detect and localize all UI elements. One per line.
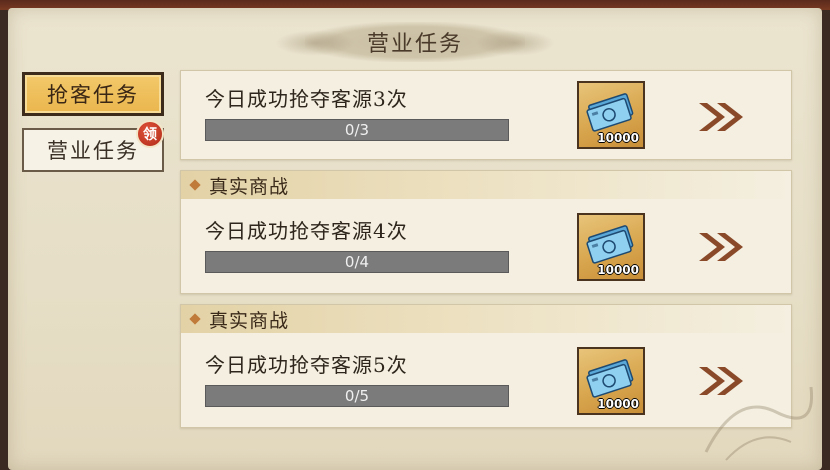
task-card: 真实商战 今日成功抢夺客源4次 0/4 10000 xyxy=(180,170,792,294)
section-header: 真实商战 xyxy=(181,171,791,199)
reward-item[interactable]: 10000 xyxy=(577,213,645,281)
section-title: 真实商战 xyxy=(209,175,290,198)
reward-quantity: 10000 xyxy=(597,397,639,411)
reward-quantity: 10000 xyxy=(597,263,639,277)
reward-item[interactable]: 10000 xyxy=(577,347,645,415)
ink-swirl-decoration xyxy=(704,386,814,461)
task-description: 今日成功抢夺客源5次 xyxy=(205,353,408,377)
progress-text: 0/4 xyxy=(344,253,370,271)
tab-label: 营业任务 xyxy=(47,139,139,163)
task-description: 今日成功抢夺客源4次 xyxy=(205,219,408,243)
go-arrow-button[interactable] xyxy=(693,227,749,267)
progress-text: 0/5 xyxy=(344,387,370,405)
go-arrow-button[interactable] xyxy=(693,97,749,137)
section-title: 真实商战 xyxy=(209,309,290,332)
claim-badge: 领 xyxy=(136,120,164,148)
diamond-icon xyxy=(189,313,201,325)
progress-bar: 0/5 xyxy=(205,385,509,407)
progress-bar: 0/3 xyxy=(205,119,509,141)
banknote-icon xyxy=(586,93,634,132)
banknote-icon xyxy=(586,359,634,398)
header-banner: 营业任务 xyxy=(275,22,555,62)
banknote-icon xyxy=(586,225,634,264)
reward-quantity: 10000 xyxy=(597,131,639,145)
reward-item[interactable]: 10000 xyxy=(577,81,645,149)
diamond-icon xyxy=(189,179,201,191)
tab-grab-customer-tasks[interactable]: 抢客任务 xyxy=(22,72,164,116)
page-title: 营业任务 xyxy=(366,32,463,57)
task-card: 今日成功抢夺客源3次 0/3 10000 xyxy=(180,70,792,160)
task-description: 今日成功抢夺客源3次 xyxy=(205,87,408,111)
progress-bar: 0/4 xyxy=(205,251,509,273)
tab-label: 抢客任务 xyxy=(47,83,139,107)
section-header: 真实商战 xyxy=(181,305,791,333)
progress-text: 0/3 xyxy=(344,121,370,139)
